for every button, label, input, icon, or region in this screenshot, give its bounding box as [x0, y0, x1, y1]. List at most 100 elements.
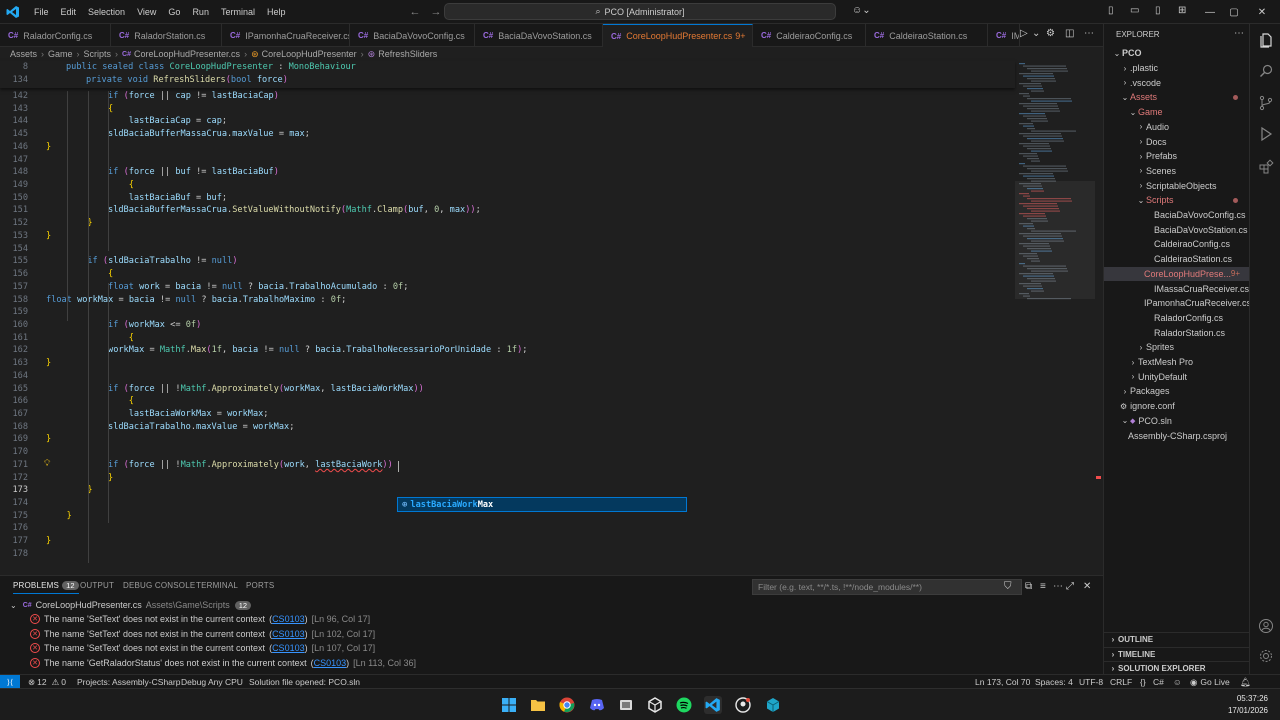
- code-line[interactable]: 153}: [0, 231, 1015, 244]
- code-line[interactable]: 177}: [0, 536, 1015, 549]
- code-line[interactable]: 157 float work = bacia != null ? bacia.Tr…: [0, 282, 1015, 295]
- explorer-item[interactable]: › Scenes: [1104, 164, 1250, 179]
- maximize-panel-icon[interactable]: ⤢: [1066, 581, 1074, 592]
- filter-icon[interactable]: ⛉: [1004, 581, 1012, 592]
- explorer-item[interactable]: BaciaDaVovoStation.cs: [1104, 222, 1250, 237]
- explorer-item[interactable]: ⌄ Assets: [1104, 90, 1250, 105]
- editor-scrollbar[interactable]: [1095, 61, 1103, 568]
- code-line[interactable]: 159: [0, 307, 1015, 320]
- view-as-list-icon[interactable]: ≡: [1040, 581, 1046, 592]
- problem-row[interactable]: ✕ The name 'SetText' does not exist in th…: [0, 627, 1100, 641]
- explorer-item[interactable]: › Packages: [1104, 384, 1250, 399]
- problem-row[interactable]: ✕ The name 'SetText' does not exist in th…: [0, 612, 1100, 626]
- breadcrumb-item[interactable]: RefreshSliders: [378, 49, 437, 59]
- file-explorer-icon[interactable]: [529, 696, 547, 714]
- chrome-icon[interactable]: [558, 696, 576, 714]
- code-line[interactable]: 168 sldBaciaTrabalho.maxValue = workMax;: [0, 422, 1015, 435]
- minimap-viewport[interactable]: [1015, 181, 1095, 299]
- code-line[interactable]: 166 {: [0, 396, 1015, 409]
- menu-edit[interactable]: Edit: [55, 0, 83, 24]
- menu-go[interactable]: Go: [162, 0, 186, 24]
- sticky-line[interactable]: 134 private void RefreshSliders(bool forc…: [0, 75, 1015, 88]
- problems-status[interactable]: ⊗ 12 ⚠ 0: [28, 675, 66, 689]
- breadcrumb-item[interactable]: CoreLoopHudPresenter.cs: [134, 49, 240, 59]
- explorer-item[interactable]: › ScriptableObjects: [1104, 178, 1250, 193]
- explorer-item[interactable]: BaciaDaVovoConfig.cs: [1104, 208, 1250, 223]
- run-icon[interactable]: ▷: [1020, 28, 1028, 39]
- code-line[interactable]: 158 float workMax = bacia != null ? bacia…: [0, 295, 1015, 308]
- panel-tab-ports[interactable]: PORTS: [246, 581, 274, 590]
- explorer-item[interactable]: Assembly-CSharp.csproj: [1104, 428, 1250, 443]
- status-project[interactable]: Projects: Assembly-CSharp: [77, 675, 180, 689]
- explorer-item[interactable]: RaladorConfig.cs: [1104, 311, 1250, 326]
- tab-5[interactable]: C#CoreLoopHudPresenter.cs9+✕: [603, 24, 753, 47]
- menu-terminal[interactable]: Terminal: [215, 0, 261, 24]
- section-timeline[interactable]: › TIMELINE: [1104, 647, 1250, 661]
- sticky-scroll[interactable]: 8 public sealed class CoreLoopHudPresente…: [0, 61, 1015, 88]
- more-actions-icon[interactable]: ⋯: [1234, 28, 1244, 39]
- code-line[interactable]: 172}: [0, 473, 1015, 486]
- code-line[interactable]: 169}: [0, 434, 1015, 447]
- run-dropdown-icon[interactable]: ⌄: [1032, 28, 1040, 39]
- problems-file-row[interactable]: ⌄ C# CoreLoopHudPresenter.cs Assets\Game…: [0, 598, 1100, 612]
- run-debug-icon[interactable]: [1256, 124, 1276, 144]
- explorer-item[interactable]: CaldeiraoConfig.cs: [1104, 237, 1250, 252]
- status-solution[interactable]: Solution file opened: PCO.sln: [249, 675, 360, 689]
- more-actions-icon[interactable]: ⋯: [1053, 581, 1063, 592]
- split-editor-icon[interactable]: ◫: [1065, 28, 1074, 39]
- breadcrumb-item[interactable]: CoreLoopHudPresenter: [262, 49, 357, 59]
- explorer-item[interactable]: ⚙ ignore.conf: [1104, 399, 1250, 414]
- back-arrow-icon[interactable]: ←: [404, 6, 425, 18]
- tab-0[interactable]: C# RaladorConfig.cs: [0, 24, 111, 47]
- manage-gear-icon[interactable]: [1256, 646, 1276, 666]
- problem-code-link[interactable]: CS0103: [272, 629, 305, 639]
- explorer-item[interactable]: RaladorStation.cs: [1104, 325, 1250, 340]
- explorer-item[interactable]: › TextMesh Pro: [1104, 355, 1250, 370]
- status-cursor-position[interactable]: Ln 173, Col 70: [975, 675, 1030, 689]
- breadcrumb-item[interactable]: Assets: [10, 49, 37, 59]
- sticky-line[interactable]: 8 public sealed class CoreLoopHudPresente…: [0, 62, 1015, 75]
- explorer-item[interactable]: ⌄ Game: [1104, 105, 1250, 120]
- code-line[interactable]: 147: [0, 155, 1015, 168]
- code-line[interactable]: 160 if (workMax <= 0f): [0, 320, 1015, 333]
- tab-7[interactable]: C# CaldeiraoStation.cs: [866, 24, 988, 47]
- problem-row[interactable]: ✕ The name 'GetRaladorStatus' does not ex…: [0, 656, 1100, 670]
- problem-code-link[interactable]: CS0103: [314, 658, 347, 668]
- code-line[interactable]: 149 {: [0, 180, 1015, 193]
- menu-file[interactable]: File: [28, 0, 55, 24]
- code-line[interactable]: 143{: [0, 104, 1015, 117]
- discord-icon[interactable]: [588, 696, 606, 714]
- explorer-item[interactable]: IMassaCruaReceiver.cs: [1104, 281, 1250, 296]
- tab-8[interactable]: C# IMas: [988, 24, 1020, 47]
- notifications-bell-icon[interactable]: 🔔︎: [1240, 675, 1251, 689]
- copilot-icon[interactable]: ☺⌄: [852, 5, 871, 16]
- code-line[interactable]: 162 workMax = Mathf.Max(1f, bacia != null…: [0, 345, 1015, 358]
- code-line[interactable]: 178: [0, 549, 1015, 562]
- explorer-item[interactable]: › Sprites: [1104, 340, 1250, 355]
- code-line[interactable]: 151 sldBaciaBufferMassaCrua.SetValueWitho…: [0, 205, 1015, 218]
- code-line[interactable]: 161 {: [0, 333, 1015, 346]
- status-config[interactable]: Debug Any CPU: [181, 675, 243, 689]
- menu-run[interactable]: Run: [186, 0, 215, 24]
- status-encoding[interactable]: UTF-8: [1079, 675, 1103, 689]
- settings-gear-icon[interactable]: ⚙: [1046, 28, 1055, 39]
- status-language[interactable]: C#: [1153, 675, 1164, 689]
- breadcrumb-item[interactable]: Scripts: [84, 49, 112, 59]
- code-editor[interactable]: 142 if (force || cap != lastBaciaCap) 143{…: [0, 61, 1103, 568]
- code-line[interactable]: 165 if (force || !Mathf.Approximately(wor…: [0, 384, 1015, 397]
- close-panel-icon[interactable]: ✕: [1083, 581, 1091, 592]
- problem-row[interactable]: ✕ The name 'SetText' does not exist in th…: [0, 641, 1100, 655]
- account-icon[interactable]: [1256, 616, 1276, 636]
- code-line[interactable]: 156 {: [0, 269, 1015, 282]
- code-line[interactable]: 155 if (sldBaciaTrabalho != null): [0, 256, 1015, 269]
- code-line[interactable]: 154: [0, 244, 1015, 257]
- extensions-icon[interactable]: [1256, 157, 1276, 177]
- panel-tab-debug-console[interactable]: DEBUG CONSOLE: [123, 581, 195, 590]
- code-line[interactable]: 145 sldBaciaBufferMassaCrua.maxValue = ma…: [0, 129, 1015, 142]
- panel-tab-output[interactable]: OUTPUT: [80, 581, 114, 590]
- explorer-item[interactable]: ⌄ ◆ PCO.sln: [1104, 414, 1250, 429]
- explorer-files-icon[interactable]: [1256, 30, 1276, 50]
- lightbulb-icon[interactable]: 💡︎: [44, 459, 50, 469]
- code-line[interactable]: 167 lastBaciaWorkMax = workMax;: [0, 409, 1015, 422]
- vscode-taskbar-icon[interactable]: [704, 696, 722, 714]
